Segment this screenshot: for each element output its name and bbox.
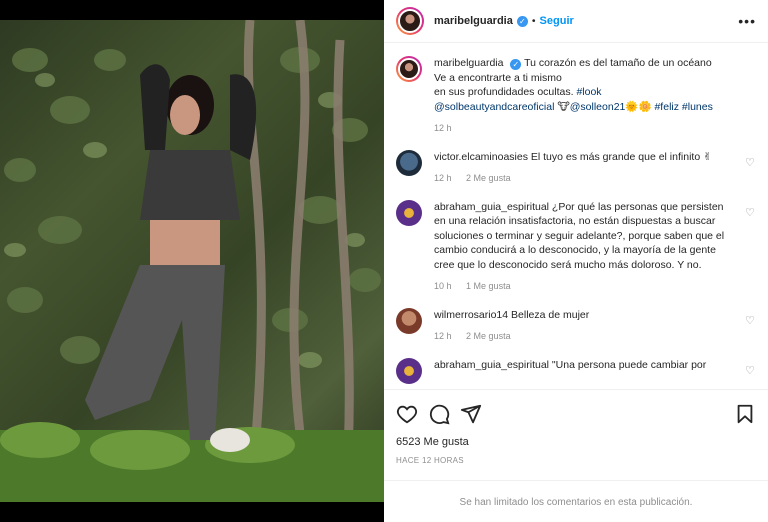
caption-text-3: en sus profundidades ocultas. [434, 86, 577, 98]
caption-username[interactable]: maribelguardia [434, 57, 503, 69]
comment-row: abraham_guia_espiritual ¿Por qué las per… [396, 199, 756, 294]
comment-like-heart-icon[interactable]: ♡ [745, 365, 756, 377]
comment-body: wilmerrosario14 Belleza de mujer 12 h 2 … [434, 308, 756, 344]
comment-like-heart-icon[interactable]: ♡ [745, 207, 756, 219]
post-actions: 6523 Me gusta HACE 12 HORAS [384, 389, 768, 465]
commenter-avatar[interactable] [396, 199, 422, 226]
caption-meta: 12 h [434, 121, 738, 136]
comment-row: abraham_guia_espiritual "Una persona pue… [396, 357, 756, 384]
comment-row: wilmerrosario14 Belleza de mujer 12 h 2 … [396, 307, 756, 344]
more-horizontal-icon[interactable]: ••• [738, 13, 756, 29]
comment-text: El tuyo es más grande que el infinito ✌ [530, 150, 712, 163]
author-username[interactable]: maribelguardia [434, 15, 513, 27]
send-icon[interactable] [460, 403, 482, 425]
posted-ago[interactable]: HACE 12 HORAS [396, 456, 756, 465]
post-viewer: maribelguardia ✓ • Seguir ••• maribelgua… [0, 0, 768, 522]
comment-like-heart-icon[interactable]: ♡ [745, 315, 756, 327]
post-details-panel: maribelguardia ✓ • Seguir ••• maribelgua… [384, 0, 768, 522]
comment-text: Belleza de mujer [511, 308, 590, 321]
hashtag-look[interactable]: #look [576, 86, 601, 98]
comment-meta: 12 h 2 Me gusta [434, 329, 738, 344]
mention-solbeauty[interactable]: @solbeautyandcareoficial [434, 101, 554, 113]
caption-body: maribelguardia ✓ Tu corazón es del tamañ… [434, 56, 756, 136]
comments-limited-notice: Se han limitado los comentarios en esta … [384, 480, 768, 522]
post-photo[interactable] [0, 20, 384, 502]
comment-meta: 12 h 2 Me gusta [434, 171, 738, 186]
comment-username[interactable]: victor.elcaminoasies [434, 151, 528, 163]
comment-likes[interactable]: 1 Me gusta [466, 281, 511, 291]
person-figure [85, 64, 257, 452]
follow-button[interactable]: Seguir [540, 15, 574, 27]
comments-list[interactable]: maribelguardia ✓ Tu corazón es del tamañ… [384, 44, 768, 389]
comment-username[interactable]: abraham_guia_espiritual [434, 201, 549, 213]
comment-likes[interactable]: 2 Me gusta [466, 331, 511, 341]
verified-badge-icon: ✓ [510, 59, 522, 70]
commenter-avatar[interactable] [396, 149, 422, 176]
comment-time[interactable]: 10 h [434, 281, 452, 291]
comment-body: victor.elcaminoasies El tuyo es más gran… [434, 150, 756, 186]
comment-time[interactable]: 12 h [434, 331, 452, 341]
emoji-1: 🐮 [557, 100, 570, 113]
comment-time[interactable]: 12 h [434, 173, 452, 183]
comment-body: abraham_guia_espiritual "Una persona pue… [434, 358, 756, 384]
caption-text-2: Ve a encontrarte a ti mismo [434, 71, 562, 84]
caption-avatar[interactable] [396, 56, 422, 82]
commenter-avatar[interactable] [396, 357, 422, 384]
caption-time[interactable]: 12 h [434, 123, 452, 133]
comment-meta: 10 h 1 Me gusta [434, 279, 738, 294]
mention-solleon[interactable]: @solleon21 [570, 101, 626, 113]
heart-icon[interactable] [396, 403, 418, 425]
comment-username[interactable]: wilmerrosario14 [434, 309, 508, 321]
caption: maribelguardia ✓ Tu corazón es del tamañ… [396, 56, 756, 136]
comment-likes[interactable]: 2 Me gusta [466, 173, 511, 183]
commenter-avatar[interactable] [396, 307, 422, 334]
comment-like-heart-icon[interactable]: ♡ [745, 157, 756, 169]
separator-dot: • [531, 15, 536, 27]
post-image [0, 20, 384, 502]
comment-body: abraham_guia_espiritual ¿Por qué las per… [434, 200, 756, 294]
comment-username[interactable]: abraham_guia_espiritual [434, 359, 549, 371]
bookmark-icon[interactable] [734, 403, 756, 425]
action-icons [396, 402, 756, 426]
likes-count[interactable]: 6523 Me gusta [396, 436, 756, 448]
caption-text-1: Tu corazón es del tamaño de un océano [524, 57, 712, 69]
emoji-2: 🌞🌼 [625, 100, 652, 113]
verified-badge-icon: ✓ [516, 15, 528, 27]
comment-text: "Una persona puede cambiar por [551, 358, 707, 371]
comment-row: victor.elcaminoasies El tuyo es más gran… [396, 149, 756, 186]
author-avatar[interactable] [396, 7, 424, 35]
post-header: maribelguardia ✓ • Seguir ••• [384, 0, 768, 43]
hashtags-feliz-lunes[interactable]: #feliz #lunes [654, 101, 712, 113]
comment-icon[interactable] [428, 403, 450, 425]
